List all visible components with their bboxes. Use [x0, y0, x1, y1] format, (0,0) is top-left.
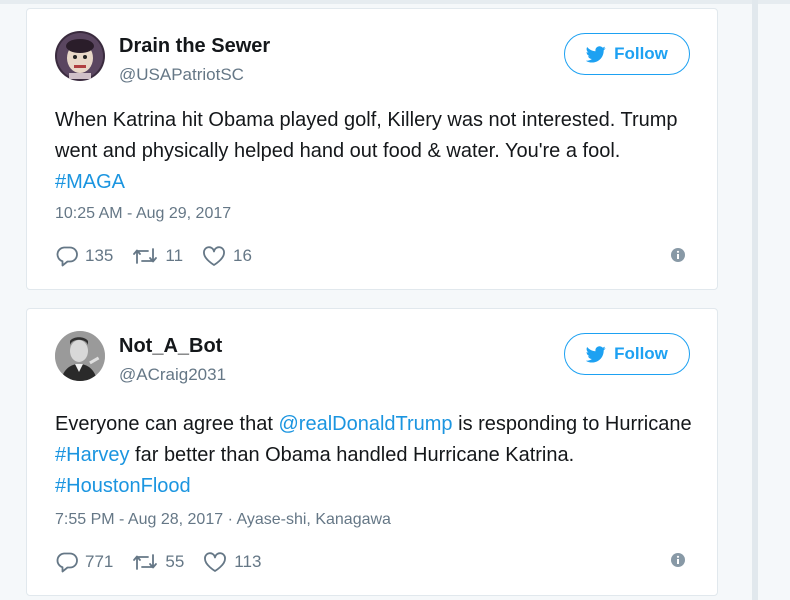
heart-icon — [203, 246, 225, 266]
follow-button[interactable]: Follow — [564, 333, 690, 375]
tweet-text: When Katrina hit Obama played golf, Kill… — [55, 105, 695, 198]
follow-button[interactable]: Follow — [564, 33, 690, 75]
follow-label: Follow — [614, 344, 668, 363]
like-action[interactable]: 113 — [202, 551, 261, 573]
tweet-text: Everyone can agree that @realDonaldTrump… — [55, 409, 695, 502]
twitter-bird-icon — [586, 345, 606, 362]
hashtag-link[interactable]: #MAGA — [55, 171, 125, 193]
display-name[interactable]: Not_A_Bot — [119, 335, 222, 358]
avatar[interactable] — [55, 31, 105, 81]
like-count: 113 — [234, 552, 262, 571]
info-icon[interactable] — [670, 247, 686, 263]
tweet-actions: 771 55 113 — [55, 549, 279, 575]
tweet-text-segment: is responding to Hurricane — [452, 413, 692, 435]
reply-action[interactable]: 135 — [55, 245, 113, 267]
tweet-text-segment: When Katrina hit Obama played golf, Kill… — [55, 109, 678, 162]
timestamp-text[interactable]: 7:55 PM - Aug 28, 2017 — [55, 511, 223, 528]
reply-count: 771 — [85, 552, 114, 571]
retweet-count: 55 — [165, 552, 185, 571]
twitter-bird-icon — [586, 45, 606, 62]
retweet-action[interactable]: 11 — [131, 245, 183, 267]
user-handle[interactable]: @USAPatriotSC — [119, 65, 244, 85]
retweet-icon — [133, 554, 158, 570]
reply-action[interactable]: 771 — [55, 551, 113, 573]
like-count: 16 — [233, 246, 252, 265]
heart-icon — [204, 552, 227, 572]
tweet-text-segment: Everyone can agree that — [55, 413, 279, 435]
hashtag-link[interactable]: #HoustonFlood — [55, 475, 191, 497]
avatar[interactable] — [55, 331, 105, 381]
hashtag-link[interactable]: #Harvey — [55, 444, 129, 466]
retweet-icon — [133, 248, 158, 264]
user-handle[interactable]: @ACraig2031 — [119, 365, 226, 385]
reply-count: 135 — [85, 246, 114, 265]
reply-icon — [56, 552, 78, 573]
retweet-count: 11 — [165, 246, 184, 265]
tweet-card: Drain the Sewer @USAPatriotSC Follow Whe… — [26, 8, 718, 290]
tweet-actions: 135 11 16 — [55, 243, 270, 269]
tweet-timestamp[interactable]: 10:25 AM - Aug 29, 2017 — [55, 205, 231, 223]
mention-link[interactable]: @realDonaldTrump — [278, 413, 452, 435]
retweet-action[interactable]: 55 — [131, 551, 184, 573]
tweet-card: Not_A_Bot @ACraig2031 Follow Everyone ca… — [26, 308, 718, 596]
page-scroll-edge — [752, 0, 758, 600]
reply-icon — [56, 246, 78, 267]
timestamp-text[interactable]: 10:25 AM - Aug 29, 2017 — [55, 205, 231, 222]
follow-label: Follow — [614, 44, 668, 63]
display-name[interactable]: Drain the Sewer — [119, 35, 270, 58]
info-icon[interactable] — [670, 552, 686, 568]
page-top-border — [0, 0, 790, 4]
tweet-location[interactable]: Ayase-shi, Kanagawa — [236, 511, 390, 528]
tweet-text-segment: far better than Obama handled Hurricane … — [129, 444, 575, 466]
like-action[interactable]: 16 — [201, 245, 252, 267]
tweet-timestamp: 7:55 PM - Aug 28, 2017 · Ayase-shi, Kana… — [55, 511, 391, 529]
